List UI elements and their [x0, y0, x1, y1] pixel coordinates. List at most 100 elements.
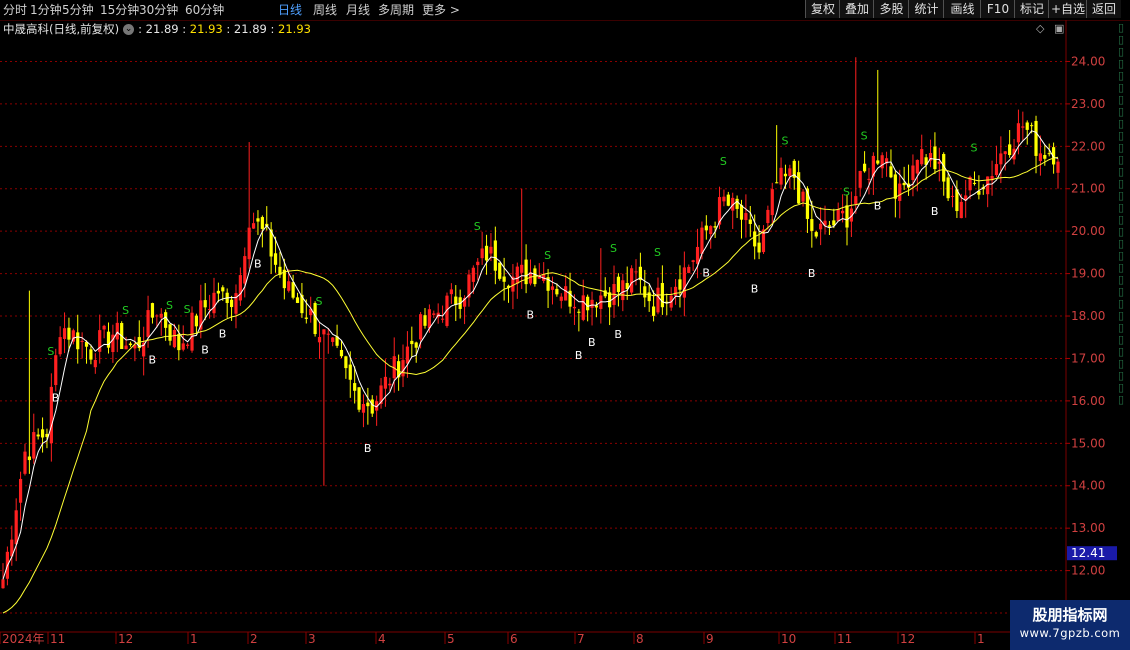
candle-body — [911, 165, 915, 181]
buy-signal: B — [527, 308, 535, 321]
candle-body — [23, 451, 27, 474]
site-watermark: 股朋指标网 www.7gpzb.com — [1010, 600, 1130, 650]
candle-body — [115, 322, 119, 340]
candle-body — [1008, 144, 1012, 156]
sell-signal: S — [861, 129, 868, 142]
candle-body — [687, 266, 691, 273]
sell-signal: S — [610, 242, 617, 255]
candle-body — [673, 286, 678, 296]
candle-body — [682, 267, 686, 298]
buy-signal: B — [874, 200, 882, 213]
candle-body — [36, 434, 40, 437]
candle-body — [810, 219, 814, 231]
date-label: 9 — [706, 632, 714, 646]
price-label: 21.00 — [1071, 182, 1105, 196]
side-notes-strip: ▯▯▯▯▯▯▯▯▯▯▯▯▯▯▯▯▯▯▯▯▯▯▯▯▯▯▯▯▯▯▯▯ — [1118, 22, 1125, 406]
candle-body — [14, 510, 18, 545]
price-label: 22.00 — [1071, 139, 1105, 153]
candle-body — [1021, 126, 1025, 128]
candle-body — [801, 191, 805, 202]
candle-body — [946, 177, 950, 199]
candle-body — [1047, 153, 1051, 155]
candle-body — [40, 429, 45, 438]
candle-body — [1034, 120, 1038, 156]
candle-body — [515, 266, 519, 284]
candle-body — [401, 360, 405, 377]
candle-body — [704, 225, 708, 231]
candle-body — [366, 402, 370, 407]
candle-body — [256, 218, 260, 222]
candle-body — [348, 364, 352, 380]
candle-body — [950, 195, 955, 197]
candle-body — [493, 240, 497, 271]
candle-body — [836, 209, 840, 222]
candle-body — [858, 170, 862, 188]
price-label: 13.00 — [1071, 521, 1105, 535]
buy-signal: B — [614, 328, 622, 341]
candle-body — [476, 261, 480, 266]
candle-body — [419, 314, 423, 340]
buy-signal: B — [751, 282, 759, 295]
candle-body — [304, 317, 308, 319]
candle-body — [62, 328, 67, 339]
date-label: 7 — [577, 632, 585, 646]
candle-body — [1025, 122, 1029, 130]
candle-body — [124, 345, 128, 350]
date-label: 11 — [50, 632, 65, 646]
candle-body — [1038, 153, 1043, 162]
candle-body — [194, 315, 199, 327]
candle-body — [423, 315, 427, 326]
candle-body — [164, 312, 168, 328]
buy-signal: B — [219, 327, 227, 340]
candle-body — [229, 299, 234, 308]
date-label: 5 — [447, 632, 455, 646]
date-label: 10 — [781, 632, 796, 646]
candle-body — [972, 182, 977, 184]
candle-body — [353, 383, 357, 391]
candle-body — [80, 340, 84, 343]
candle-body — [590, 299, 594, 308]
candle-body — [331, 337, 335, 342]
date-label: 11 — [837, 632, 852, 646]
date-label: 2024年 — [2, 632, 45, 646]
sell-signal: S — [654, 246, 661, 259]
candle-body — [559, 296, 563, 301]
kline-chart[interactable]: SBSBS SBBBSBSBSBBSBSBSBSBSSB BS 24.0023.00… — [0, 0, 1130, 650]
candle-body — [722, 196, 726, 202]
date-label: 3 — [308, 632, 316, 646]
candle-body — [748, 219, 752, 224]
candle-body — [247, 227, 251, 260]
candle-body — [994, 164, 999, 175]
candle-body — [933, 146, 937, 170]
candle-body — [862, 163, 867, 172]
date-label: 2 — [250, 632, 258, 646]
sell-signal: S — [843, 186, 850, 199]
candle-body — [440, 318, 445, 320]
candle-body — [221, 287, 225, 292]
candle-body — [594, 305, 599, 308]
candle-body — [937, 161, 941, 164]
candle-body — [388, 383, 392, 386]
candle-body — [898, 183, 902, 201]
candle-body — [1003, 151, 1007, 155]
buy-signal: B — [52, 391, 60, 404]
sell-signal: S — [316, 295, 323, 308]
buy-signal: B — [364, 442, 372, 455]
candle-body — [854, 196, 858, 205]
candle-body — [291, 282, 295, 298]
sell-signal: S — [781, 134, 788, 147]
price-label: 20.00 — [1071, 224, 1105, 238]
buy-signal: B — [931, 205, 939, 218]
candle-body — [691, 260, 695, 262]
candle-body — [783, 173, 788, 177]
candle-body — [713, 226, 717, 228]
candle-body — [647, 292, 651, 302]
candle-body — [32, 432, 36, 459]
candle-body — [251, 223, 256, 229]
candle-body — [155, 315, 159, 317]
sell-signal: S — [47, 345, 54, 358]
candle-body — [779, 167, 783, 185]
price-label: 19.00 — [1071, 267, 1105, 281]
candle-body — [287, 281, 291, 291]
candle-body — [339, 349, 344, 357]
